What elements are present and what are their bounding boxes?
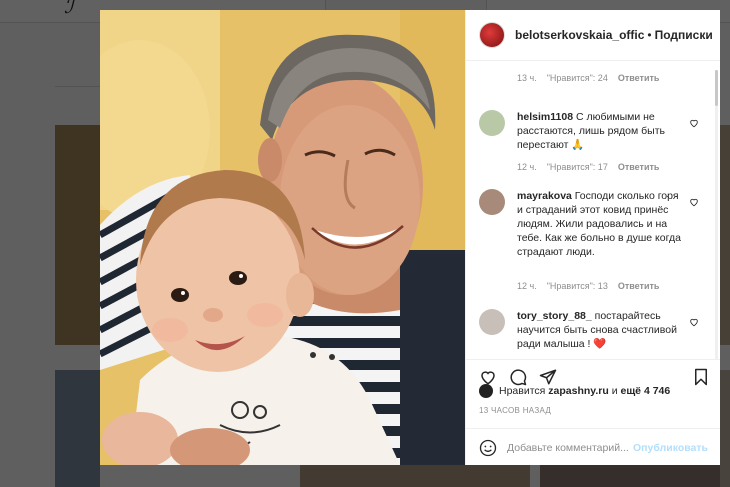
comments-list: 13 ч. "Нравится": 24 Ответить helsim1108…: [466, 61, 720, 359]
heart-icon[interactable]: [689, 197, 699, 207]
comment-likes[interactable]: "Нравится": 24: [547, 73, 608, 83]
likes-prefix: Нравится: [499, 385, 546, 397]
post-header: belotserkovskaia_offic • Подписки: [466, 10, 720, 61]
comment-meta: 13 ч. "Нравится": 24 Ответить: [517, 73, 659, 83]
comment-time[interactable]: 12 ч.: [517, 281, 537, 291]
liker-username[interactable]: zapashny.ru: [548, 385, 609, 397]
comment-text: tory_story_88_ постарайтесь научится быт…: [517, 309, 682, 351]
header-separator: •: [647, 28, 652, 42]
bookmark-icon[interactable]: [692, 368, 710, 386]
comment-text: helsim1108 С любимыми не расстаются, лиш…: [517, 110, 682, 152]
comment-time[interactable]: 12 ч.: [517, 162, 537, 172]
comment-likes[interactable]: "Нравится": 13: [547, 281, 608, 291]
comment-text: mayrakova Господи сколько горя и страдан…: [517, 189, 682, 259]
commenter-avatar[interactable]: [479, 110, 505, 136]
more-options-icon[interactable]: ···: [666, 191, 679, 202]
comment-reply-button[interactable]: Ответить: [618, 162, 660, 172]
likes-count-link[interactable]: ещё 4 746: [620, 385, 670, 397]
comment-reply-button[interactable]: Ответить: [618, 281, 660, 291]
post-sidebar: belotserkovskaia_offic • Подписки 13 ч. …: [465, 10, 720, 465]
comment-time[interactable]: 13 ч.: [517, 73, 537, 83]
comment-likes[interactable]: "Нравится": 17: [547, 162, 608, 172]
heart-icon[interactable]: [689, 118, 699, 128]
commenter-username[interactable]: helsim1108: [517, 111, 573, 123]
comment-input[interactable]: Добавьте комментарий...: [507, 442, 633, 454]
add-comment-bar: Добавьте комментарий... Опубликовать: [466, 428, 720, 466]
comments-scrollbar[interactable]: [715, 70, 718, 360]
post-modal: belotserkovskaia_offic • Подписки 13 ч. …: [100, 10, 720, 465]
post-date[interactable]: 13 ЧАСОВ НАЗАД: [479, 406, 551, 415]
comment-meta: 12 ч. "Нравится": 17 Ответить: [517, 162, 659, 172]
author-username[interactable]: belotserkovskaia_offic: [515, 28, 644, 42]
commenter-username[interactable]: tory_story_88_: [517, 310, 592, 322]
commenter-avatar[interactable]: [479, 309, 505, 335]
likes-summary: Нравится zapashny.ru и ещё 4 746: [479, 384, 670, 398]
comment-reply-button[interactable]: Ответить: [618, 73, 660, 83]
author-avatar[interactable]: [479, 22, 505, 48]
post-photo-illustration: [100, 10, 465, 465]
post-photo[interactable]: [100, 10, 465, 465]
comment-meta: 12 ч. "Нравится": 13 Ответить: [517, 281, 659, 291]
following-button[interactable]: Подписки: [655, 28, 713, 42]
emoji-icon[interactable]: [479, 439, 497, 457]
likes-and: и: [611, 385, 618, 397]
heart-icon[interactable]: [689, 317, 699, 327]
commenter-username[interactable]: mayrakova: [517, 190, 572, 202]
commenter-avatar[interactable]: [479, 189, 505, 215]
publish-button[interactable]: Опубликовать: [633, 442, 708, 454]
liker-avatar[interactable]: [479, 384, 493, 398]
scrollbar-thumb[interactable]: [715, 70, 718, 106]
